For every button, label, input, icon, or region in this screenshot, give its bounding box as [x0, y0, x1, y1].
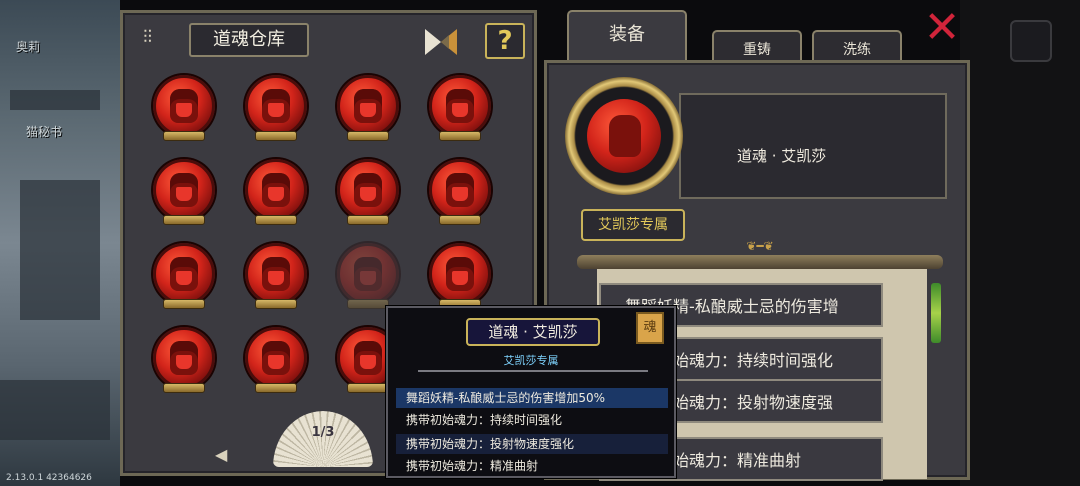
soul-slot[interactable]: [153, 243, 215, 311]
portrait-icon: [170, 89, 198, 123]
tab-equip[interactable]: 装备: [567, 10, 687, 60]
portrait-icon: [354, 173, 382, 207]
help-button[interactable]: ?: [485, 23, 525, 59]
tooltip-line: 携带初始魂力：持续时间强化: [406, 413, 563, 427]
scroll-rod: [577, 255, 943, 269]
orb-stand: [347, 215, 389, 225]
orb-stand: [163, 383, 205, 393]
orb-stand: [255, 383, 297, 393]
soul-slot[interactable]: [429, 243, 491, 311]
sort-icon[interactable]: [423, 25, 459, 59]
orb-stand: [347, 131, 389, 141]
orb-stand: [163, 215, 205, 225]
soul-slot[interactable]: [245, 75, 307, 143]
tooltip-divider: [418, 370, 648, 378]
orb-stand: [439, 215, 481, 225]
portrait-icon: [262, 257, 290, 291]
soul-slot[interactable]: [245, 243, 307, 311]
soul-tooltip: 道魂 · 艾凯莎 魂 艾凯莎专属 舞蹈妖精-私酿威士忌的伤害增加50% 携带初始…: [386, 306, 676, 478]
soul-slot[interactable]: [337, 75, 399, 143]
orb-stand: [255, 215, 297, 225]
portrait-icon: [262, 173, 290, 207]
orb-stand: [439, 131, 481, 141]
page-indicator: 1/3: [311, 425, 335, 440]
soul-slot[interactable]: [245, 327, 307, 395]
portrait-icon: [170, 341, 198, 375]
portrait-icon: [446, 89, 474, 123]
portrait-icon: [262, 89, 290, 123]
portrait-icon: [446, 257, 474, 291]
soul-slot[interactable]: [153, 327, 215, 395]
ornament-icon: ❦━❦: [746, 239, 774, 253]
tooltip-line: 携带初始魂力：投射物速度强化: [396, 434, 668, 454]
soul-slot[interactable]: [153, 75, 215, 143]
tooltip-title: 道魂 · 艾凯莎: [466, 318, 600, 346]
tassel-icon: [931, 283, 941, 343]
soul-name: 道魂 · 艾凯莎: [737, 147, 827, 165]
warehouse-title: 道魂仓库: [189, 23, 309, 57]
tooltip-subtitle: 艾凯莎专属: [503, 354, 559, 367]
orb-stand: [255, 299, 297, 309]
portrait-icon: [262, 341, 290, 375]
orb-stand: [163, 299, 205, 309]
soul-slot[interactable]: [245, 159, 307, 227]
soul-slot[interactable]: [337, 243, 399, 311]
orb-stand: [163, 131, 205, 141]
portrait-icon: [170, 257, 198, 291]
soul-slot[interactable]: [153, 159, 215, 227]
version-label: 2.13.0.1 42364626: [6, 473, 92, 483]
portrait-icon: [170, 173, 198, 207]
exclusive-badge: 艾凯莎专属: [581, 209, 685, 241]
soul-type-icon: 魂: [636, 312, 664, 344]
portrait-icon: [354, 341, 382, 375]
tooltip-line: 舞蹈妖精-私酿威士忌的伤害增加50%: [396, 388, 668, 408]
portrait-icon: [354, 89, 382, 123]
soul-slot[interactable]: [337, 159, 399, 227]
orb-stand: [347, 299, 389, 309]
game-world-background: 奥莉 猫秘书 2.13.0.1 42364626: [0, 0, 120, 486]
close-icon[interactable]: ✕: [918, 6, 966, 54]
orb-stand: [347, 383, 389, 393]
portrait-icon: [446, 173, 474, 207]
menu-corner-button[interactable]: [1010, 20, 1052, 62]
portrait-icon: [609, 115, 641, 157]
prev-page-arrow[interactable]: ◀: [215, 445, 227, 464]
orb-stand: [255, 131, 297, 141]
soul-slot[interactable]: [429, 159, 491, 227]
tuning-fork-icon: ⫶⫶: [143, 27, 152, 48]
portrait-icon: [354, 257, 382, 291]
soul-slot[interactable]: [429, 75, 491, 143]
npc-label-top: 奥莉: [16, 40, 41, 54]
npc-label-mid: 猫秘书: [26, 125, 63, 139]
right-background: [960, 0, 1080, 486]
tooltip-line: 携带初始魂力：精准曲射: [406, 459, 539, 473]
